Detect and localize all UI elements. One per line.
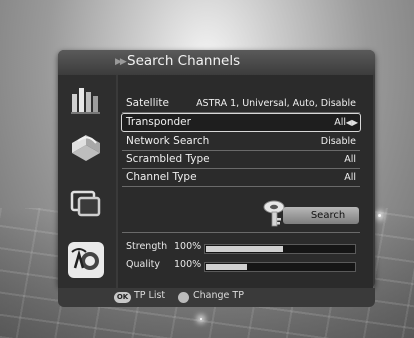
setting-value: ASTRA 1, Universal, Auto, Disable: [196, 98, 356, 109]
setting-label: Transponder: [126, 116, 191, 128]
quality-percent: 100%: [174, 259, 202, 270]
setting-label: Channel Type: [126, 171, 197, 183]
channel-list-icon[interactable]: [68, 82, 104, 118]
divider: [122, 186, 360, 187]
setting-row-satellite[interactable]: Satellite ASTRA 1, Universal, Auto, Disa…: [122, 95, 360, 112]
setting-value: All: [344, 172, 356, 183]
quality-meter: [204, 262, 356, 272]
setting-row-transponder[interactable]: Transponder All ◀▶: [121, 113, 361, 132]
strength-label: Strength: [126, 241, 168, 252]
ok-action-label: TP List: [134, 290, 166, 301]
setting-label: Scrambled Type: [126, 153, 210, 165]
setting-row-channel-type[interactable]: Channel Type All: [122, 169, 360, 186]
setting-label: Satellite: [126, 97, 170, 109]
strength-meter: [204, 244, 356, 254]
title-arrows-icon: ▶▶: [115, 57, 127, 67]
navigation-key-icon: [178, 292, 189, 303]
setting-row-scrambled-type[interactable]: Scrambled Type All: [122, 151, 360, 168]
divider: [122, 232, 360, 233]
search-button[interactable]: Search: [283, 207, 359, 224]
ok-key-icon: OK: [114, 292, 131, 303]
setting-value: All: [334, 117, 346, 128]
screen-icon[interactable]: [68, 186, 104, 222]
sparkle: [200, 318, 202, 320]
dialog-title: Search Channels: [127, 53, 241, 69]
setting-label: Network Search: [126, 135, 210, 147]
setting-row-network-search[interactable]: Network Search Disable: [122, 133, 360, 150]
satellite-dish-icon[interactable]: [68, 130, 104, 166]
tv-antenna-icon[interactable]: [68, 242, 104, 278]
quality-meter-fill: [206, 264, 247, 270]
divider: [122, 112, 360, 113]
left-right-arrow-icon[interactable]: ◀▶: [346, 114, 358, 131]
sparkle: [378, 214, 381, 217]
setting-value: All: [344, 154, 356, 165]
nav-action-label: Change TP: [193, 290, 244, 301]
strength-meter-fill: [206, 246, 283, 252]
setting-value: Disable: [320, 136, 356, 147]
strength-percent: 100%: [174, 241, 202, 252]
quality-label: Quality: [126, 259, 160, 270]
